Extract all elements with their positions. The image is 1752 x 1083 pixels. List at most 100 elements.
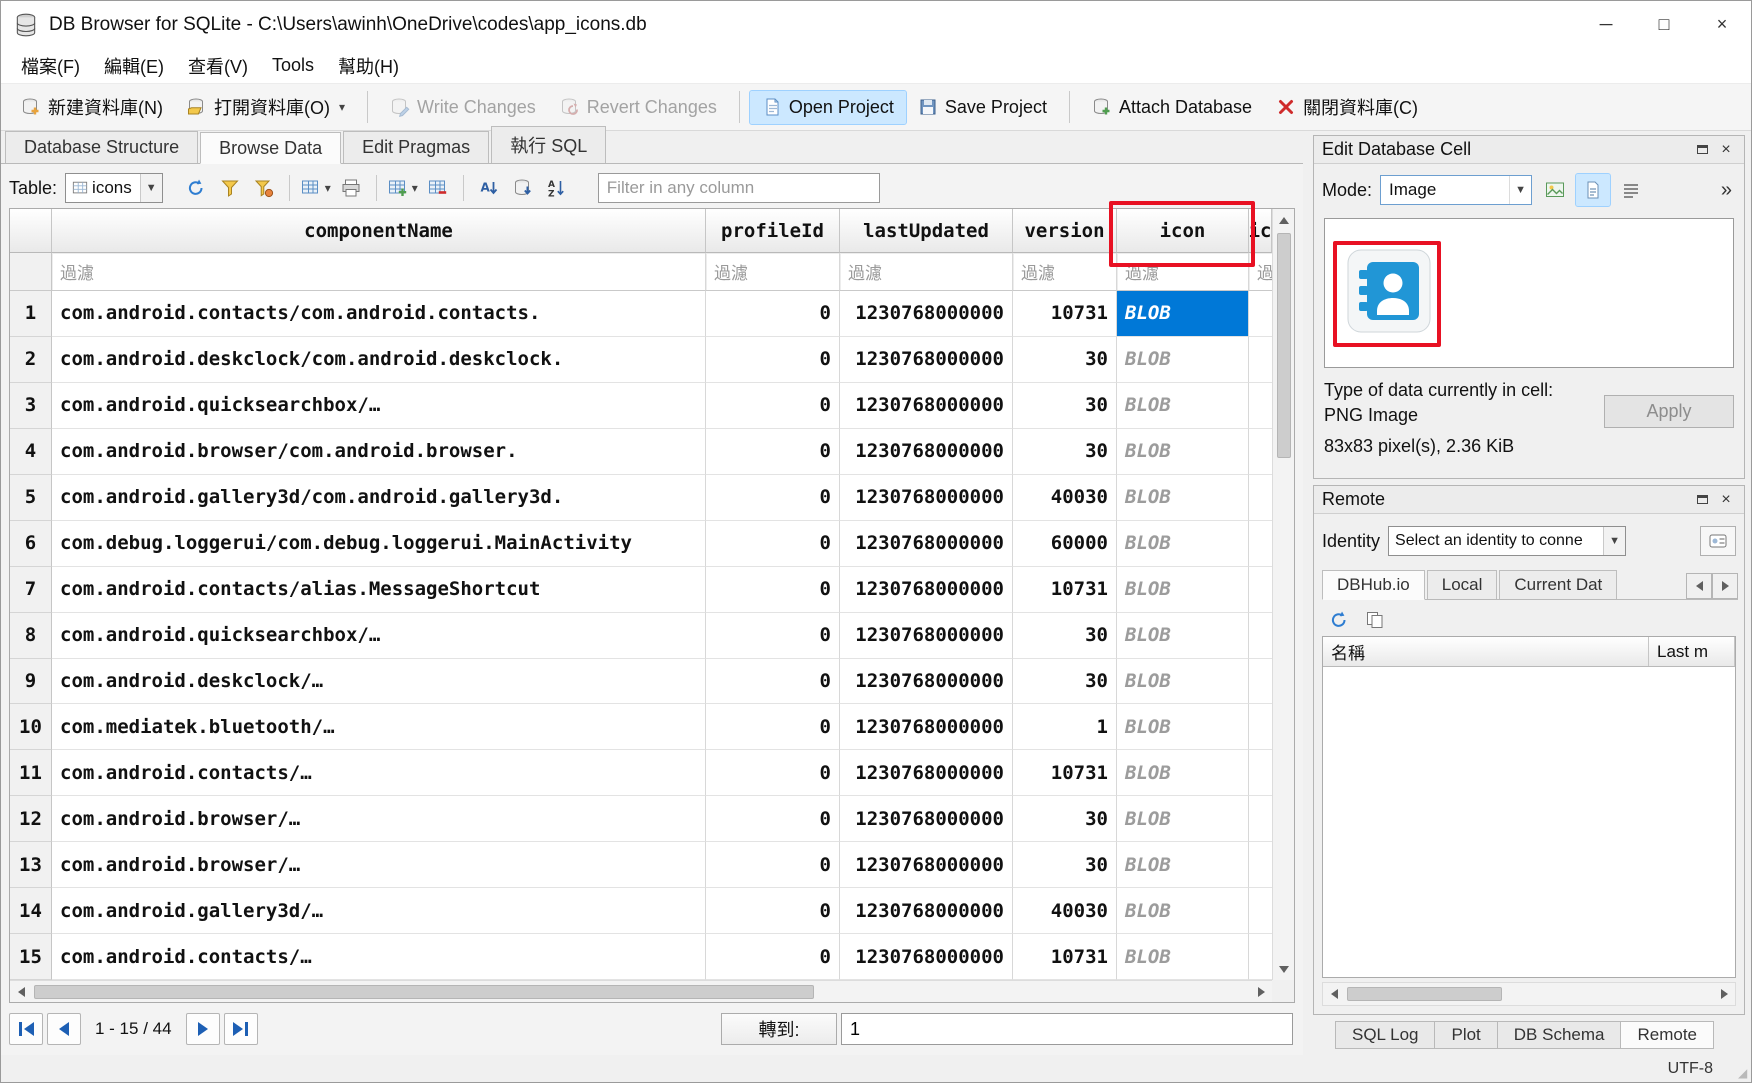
cell-profileId[interactable]: 0 (706, 567, 840, 613)
delete-record-button[interactable] (421, 172, 455, 204)
tab-scroll-right-button[interactable] (1712, 573, 1738, 599)
identity-certificate-button[interactable] (1700, 526, 1736, 556)
tab-database-structure[interactable]: Database Structure (5, 131, 198, 163)
row-number[interactable]: 12 (10, 796, 52, 842)
next-record-button[interactable] (186, 1013, 220, 1045)
menu-tools[interactable]: Tools (260, 48, 326, 83)
column-header-version[interactable]: version (1013, 209, 1117, 253)
cell-componentName[interactable]: com.android.contacts/… (52, 934, 706, 980)
cell-lastUpdated[interactable]: 1230768000000 (840, 842, 1013, 888)
cell-icon[interactable]: BLOB (1117, 842, 1249, 888)
chevron-down-icon[interactable]: ▼ (1509, 176, 1531, 204)
row-number[interactable]: 13 (10, 842, 52, 888)
mode-selector[interactable]: Image ▼ (1380, 175, 1532, 205)
scroll-left-button[interactable] (10, 981, 32, 1003)
cell-icon[interactable]: BLOB (1117, 475, 1249, 521)
cell-extra[interactable] (1249, 796, 1272, 842)
cell-lastUpdated[interactable]: 1230768000000 (840, 613, 1013, 659)
cell-lastUpdated[interactable]: 1230768000000 (840, 475, 1013, 521)
cell-profileId[interactable]: 0 (706, 613, 840, 659)
cell-extra[interactable] (1249, 750, 1272, 796)
scroll-down-button[interactable] (1273, 958, 1295, 980)
row-number[interactable]: 6 (10, 521, 52, 567)
cell-componentName[interactable]: com.android.quicksearchbox/… (52, 383, 706, 429)
print-button[interactable] (334, 172, 368, 204)
edit-cell-format-button[interactable] (1614, 174, 1648, 206)
first-record-button[interactable] (9, 1013, 43, 1045)
cell-profileId[interactable]: 0 (706, 337, 840, 383)
tab-scroll-left-button[interactable] (1686, 573, 1712, 599)
cell-icon[interactable]: BLOB (1117, 704, 1249, 750)
previous-record-button[interactable] (47, 1013, 81, 1045)
overflow-chevron-icon[interactable]: » (1717, 179, 1736, 202)
filter-input-version[interactable]: 過濾 (1013, 253, 1117, 291)
cell-extra[interactable] (1249, 383, 1272, 429)
goto-input[interactable] (841, 1013, 1293, 1045)
cell-componentName[interactable]: com.android.contacts/com.android.contact… (52, 291, 706, 337)
cell-icon[interactable]: BLOB (1117, 291, 1249, 337)
cell-profileId[interactable]: 0 (706, 429, 840, 475)
row-number[interactable]: 11 (10, 750, 52, 796)
cell-lastUpdated[interactable]: 1230768000000 (840, 567, 1013, 613)
resize-grip[interactable]: ◢ (1738, 1067, 1750, 1079)
dock-tab-remote[interactable]: Remote (1620, 1021, 1714, 1049)
cell-icon[interactable]: BLOB (1117, 383, 1249, 429)
filter-input-componentName[interactable]: 過濾 (52, 253, 706, 291)
filter-input-lastUpdated[interactable]: 過濾 (840, 253, 1013, 291)
cell-extra[interactable] (1249, 659, 1272, 705)
remote-tab-current-database[interactable]: Current Dat (1499, 570, 1617, 599)
row-number[interactable]: 4 (10, 429, 52, 475)
cell-componentName[interactable]: com.android.contacts/… (52, 750, 706, 796)
cell-profileId[interactable]: 0 (706, 659, 840, 705)
row-number[interactable]: 3 (10, 383, 52, 429)
edit-cell-image-button[interactable] (1538, 174, 1572, 206)
menu-file[interactable]: 檔案(F) (9, 48, 92, 83)
cell-extra[interactable] (1249, 521, 1272, 567)
identity-selector[interactable]: Select an identity to conne ▼ (1388, 526, 1626, 556)
scroll-right-button[interactable] (1713, 983, 1735, 1005)
row-number[interactable]: 7 (10, 567, 52, 613)
cell-componentName[interactable]: com.android.quicksearchbox/… (52, 613, 706, 659)
remote-column-last-modified[interactable]: Last m (1649, 637, 1735, 666)
cell-version[interactable]: 1 (1013, 704, 1117, 750)
close-button[interactable]: × (1693, 1, 1751, 48)
cell-lastUpdated[interactable]: 1230768000000 (840, 934, 1013, 980)
cell-extra[interactable] (1249, 842, 1272, 888)
edit-cell-text-button[interactable] (1576, 174, 1610, 206)
cell-extra[interactable] (1249, 888, 1272, 934)
scroll-left-button[interactable] (1323, 983, 1345, 1005)
remote-refresh-button[interactable] (1324, 606, 1354, 634)
cell-lastUpdated[interactable]: 1230768000000 (840, 291, 1013, 337)
cell-version[interactable]: 30 (1013, 796, 1117, 842)
cell-lastUpdated[interactable]: 1230768000000 (840, 337, 1013, 383)
cell-profileId[interactable]: 0 (706, 475, 840, 521)
menu-view[interactable]: 查看(V) (176, 48, 260, 83)
cell-icon[interactable]: BLOB (1117, 750, 1249, 796)
cell-lastUpdated[interactable]: 1230768000000 (840, 659, 1013, 705)
close-panel-icon[interactable]: × (1714, 489, 1738, 511)
encoding-indicator[interactable]: UTF-8 (1668, 1060, 1713, 1078)
cell-version[interactable]: 10731 (1013, 567, 1117, 613)
vertical-scrollbar[interactable] (1272, 209, 1294, 980)
cell-lastUpdated[interactable]: 1230768000000 (840, 796, 1013, 842)
tab-execute-sql[interactable]: 執行 SQL (491, 126, 606, 163)
cell-profileId[interactable]: 0 (706, 796, 840, 842)
dock-tab-db-schema[interactable]: DB Schema (1497, 1021, 1621, 1049)
cell-version[interactable]: 30 (1013, 842, 1117, 888)
remote-horizontal-scrollbar[interactable] (1322, 982, 1736, 1006)
scroll-up-button[interactable] (1273, 209, 1295, 231)
remote-scrollbar-thumb[interactable] (1347, 987, 1502, 1001)
vertical-scrollbar-thumb[interactable] (1277, 233, 1291, 458)
dock-tab-plot[interactable]: Plot (1434, 1021, 1496, 1049)
cell-version[interactable]: 30 (1013, 383, 1117, 429)
remote-column-name[interactable]: 名稱 (1323, 637, 1649, 666)
cell-extra[interactable] (1249, 567, 1272, 613)
cell-version[interactable]: 30 (1013, 659, 1117, 705)
column-header-lastUpdated[interactable]: lastUpdated (840, 209, 1013, 253)
cell-lastUpdated[interactable]: 1230768000000 (840, 429, 1013, 475)
cell-componentName[interactable]: com.android.browser/… (52, 842, 706, 888)
close-panel-icon[interactable]: × (1714, 139, 1738, 161)
horizontal-scrollbar-thumb[interactable] (34, 985, 814, 999)
row-number[interactable]: 8 (10, 613, 52, 659)
save-project-button[interactable]: Save Project (906, 91, 1059, 124)
